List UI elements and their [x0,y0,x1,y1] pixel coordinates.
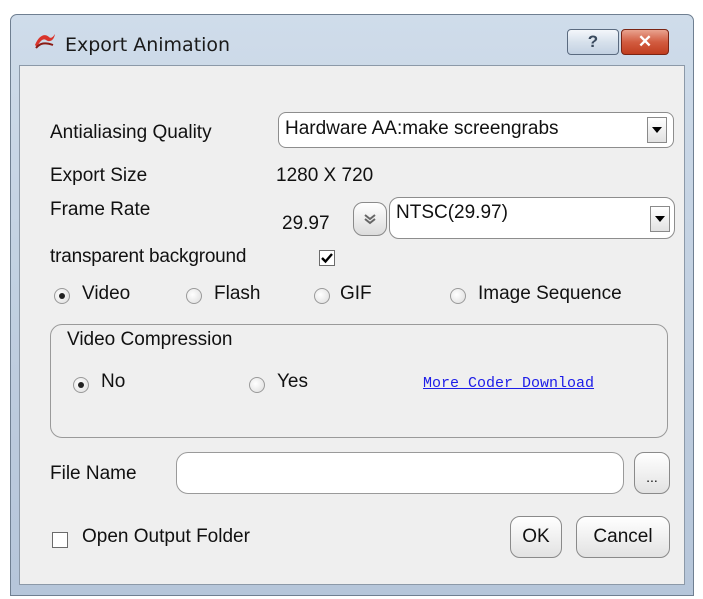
frame-rate-label: Frame Rate [50,199,151,220]
open-output-folder-label: Open Output Folder [82,526,250,547]
export-size-label: Export Size [50,165,148,186]
transparent-background-checkbox[interactable] [319,250,335,266]
export-size-value: 1280 X 720 [276,165,374,186]
transparent-background-label: transparent background [50,246,247,267]
video-compression-group: Video Compression No Yes More Coder Down… [50,324,668,438]
format-flash-label: Flash [214,283,261,304]
window-title: Export Animation [65,34,231,56]
video-compression-title: Video Compression [67,329,233,350]
format-video-radio[interactable] [54,288,70,304]
browse-button[interactable]: ... [634,452,670,494]
close-button[interactable]: ✕ [621,29,669,55]
more-coder-download-link[interactable]: More Coder Download [423,375,594,392]
format-image-sequence-label: Image Sequence [478,283,622,304]
radio-selected-dot [78,382,84,388]
frame-rate-preset-select[interactable]: NTSC(29.97) [389,197,675,239]
help-button[interactable]: ? [567,29,619,55]
dialog-body: Antialiasing Quality Hardware AA:make sc… [19,65,685,585]
format-gif-label: GIF [340,283,372,304]
double-chevron-icon [364,214,376,225]
triangle-down-icon [652,127,662,133]
format-flash-radio[interactable] [186,288,202,304]
compression-yes-label: Yes [277,371,308,392]
cancel-label: Cancel [593,526,653,547]
ok-label: OK [522,526,550,547]
frame-rate-dropdown-button[interactable] [650,206,670,232]
browse-label: ... [646,469,658,485]
cancel-button[interactable]: Cancel [576,516,670,558]
ok-button[interactable]: OK [510,516,562,558]
help-icon: ? [587,32,599,51]
frame-rate-spinner-button[interactable] [353,202,387,236]
radio-selected-dot [59,293,65,299]
compression-no-radio[interactable] [73,377,89,393]
compression-yes-radio[interactable] [249,377,265,393]
format-video-label: Video [82,283,131,304]
title-bar: Export Animation ? ✕ [11,15,693,65]
frame-rate-value[interactable]: 29.97 [282,213,330,235]
format-gif-radio[interactable] [314,288,330,304]
antialiasing-label: Antialiasing Quality [50,122,212,143]
triangle-down-icon [655,216,665,222]
antialiasing-value: Hardware AA:make screengrabs [285,118,559,139]
compression-no-label: No [101,371,126,392]
file-name-input[interactable] [176,452,624,494]
open-output-folder-checkbox[interactable] [52,532,68,548]
file-name-label: File Name [50,463,137,484]
app-logo-icon [33,31,57,51]
close-icon: ✕ [637,32,653,51]
format-image-sequence-radio[interactable] [450,288,466,304]
antialiasing-select[interactable]: Hardware AA:make screengrabs [278,112,674,148]
checkmark-icon [321,253,333,264]
export-animation-dialog: Export Animation ? ✕ Antialiasing Qualit… [10,14,694,596]
antialiasing-dropdown-button[interactable] [647,117,667,143]
frame-rate-preset-value: NTSC(29.97) [396,202,508,223]
